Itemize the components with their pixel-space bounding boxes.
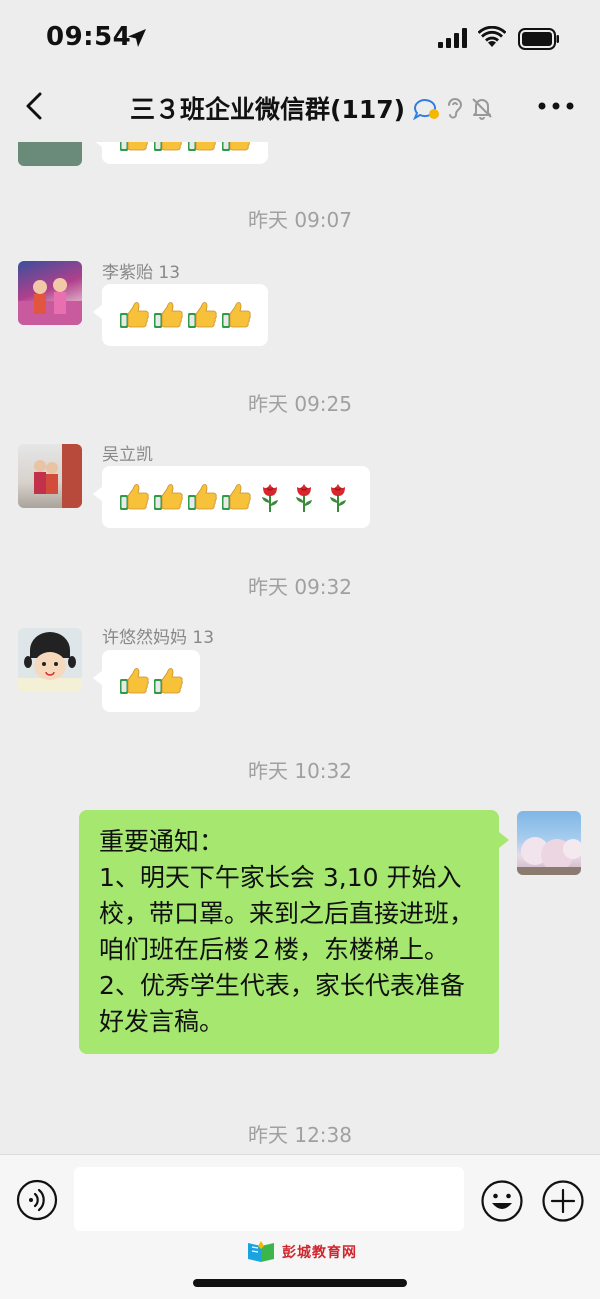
chat-status-icons [412, 96, 494, 120]
status-time: 09:54 [46, 22, 132, 52]
home-indicator[interactable] [193, 1279, 407, 1287]
thumbs-up-emoji-icon [220, 299, 252, 331]
self-message-bubble[interactable]: 重要通知： 1、明天下午家长会 3,10 开始入校，带口罩。来到之后直接进班，咱… [79, 810, 509, 1054]
avatar[interactable] [18, 444, 82, 508]
cartoon-avatar-icon [18, 632, 82, 692]
message-bubble[interactable] [93, 466, 370, 528]
thumbs-up-emoji-icon [220, 481, 252, 513]
thumbs-up-emoji-icon [118, 299, 150, 331]
mute-bell-icon [472, 98, 492, 120]
thumbs-up-emoji-icon [118, 665, 150, 697]
rose-emoji-icon [288, 481, 320, 513]
time-divider: 昨天 09:25 [248, 392, 352, 416]
wifi-icon [478, 26, 506, 47]
avatar[interactable] [18, 261, 82, 325]
sender-name: 许悠然妈妈 13 [102, 628, 215, 648]
message-bubble-partial[interactable] [93, 142, 268, 164]
thumbs-up-emoji-icon [220, 142, 252, 154]
chat-bubble-icon [413, 99, 439, 120]
chat-header: 三３班企业微信群(117) [0, 70, 600, 142]
thumbs-up-emoji-icon [186, 142, 218, 154]
message-line: 1、明天下午家长会 3,10 开始入校，带口罩。来到之后直接进班，咱们班在后楼２… [99, 863, 475, 964]
emoji-picker-icon[interactable] [480, 1179, 524, 1223]
rose-emoji-icon [254, 481, 286, 513]
thumbs-up-emoji-icon [118, 142, 150, 154]
message-line: 2、优秀学生代表，家长代表准备好发言稿。 [99, 971, 465, 1036]
message-bubble[interactable] [93, 284, 268, 346]
avatar-partial[interactable] [18, 142, 82, 166]
message-line: 重要通知： [99, 827, 225, 856]
more-options-icon[interactable] [536, 94, 576, 118]
sender-name: 吴立凯 [102, 445, 153, 465]
battery-icon [518, 28, 559, 50]
self-avatar[interactable] [517, 811, 581, 875]
thumbs-up-emoji-icon [152, 665, 184, 697]
thumbs-up-emoji-icon [118, 481, 150, 513]
watermark: 彭城教育网 [246, 1241, 357, 1263]
location-arrow-icon [128, 29, 146, 47]
voice-input-icon[interactable] [16, 1179, 58, 1221]
thumbs-up-emoji-icon [186, 481, 218, 513]
thumbs-up-emoji-icon [186, 299, 218, 331]
add-attachment-icon[interactable] [541, 1179, 585, 1223]
status-bar: 09:54 [0, 0, 600, 70]
avatar[interactable] [18, 628, 82, 692]
time-divider: 昨天 09:32 [248, 575, 352, 599]
thumbs-up-emoji-icon [152, 299, 184, 331]
cherry-blossom-photo-icon [517, 837, 581, 875]
message-input[interactable] [74, 1167, 464, 1231]
sender-name: 李紫贻 13 [102, 263, 181, 283]
back-chevron-icon[interactable] [18, 88, 54, 124]
chat-message-list[interactable]: 昨天 09:07 李紫贻 13 昨天 09:25 吴立凯 昨天 09:32 许悠… [0, 142, 600, 1154]
time-divider: 昨天 09:07 [248, 208, 352, 232]
book-logo-icon [248, 1241, 274, 1262]
cellular-signal-icon [438, 28, 467, 48]
time-divider: 昨天 12:38 [248, 1123, 352, 1147]
input-bar: 彭城教育网 [0, 1154, 600, 1299]
chat-title: 三３班企业微信群(117) [130, 95, 406, 124]
rose-emoji-icon [322, 481, 354, 513]
avatar-photo-icon [34, 444, 82, 508]
watermark-text: 彭城教育网 [282, 1245, 357, 1261]
thumbs-up-emoji-icon [152, 481, 184, 513]
avatar-photo-icon [18, 278, 82, 325]
message-bubble[interactable] [93, 650, 200, 712]
time-divider: 昨天 10:32 [248, 759, 352, 783]
thumbs-up-emoji-icon [152, 142, 184, 154]
ear-icon [448, 98, 463, 119]
